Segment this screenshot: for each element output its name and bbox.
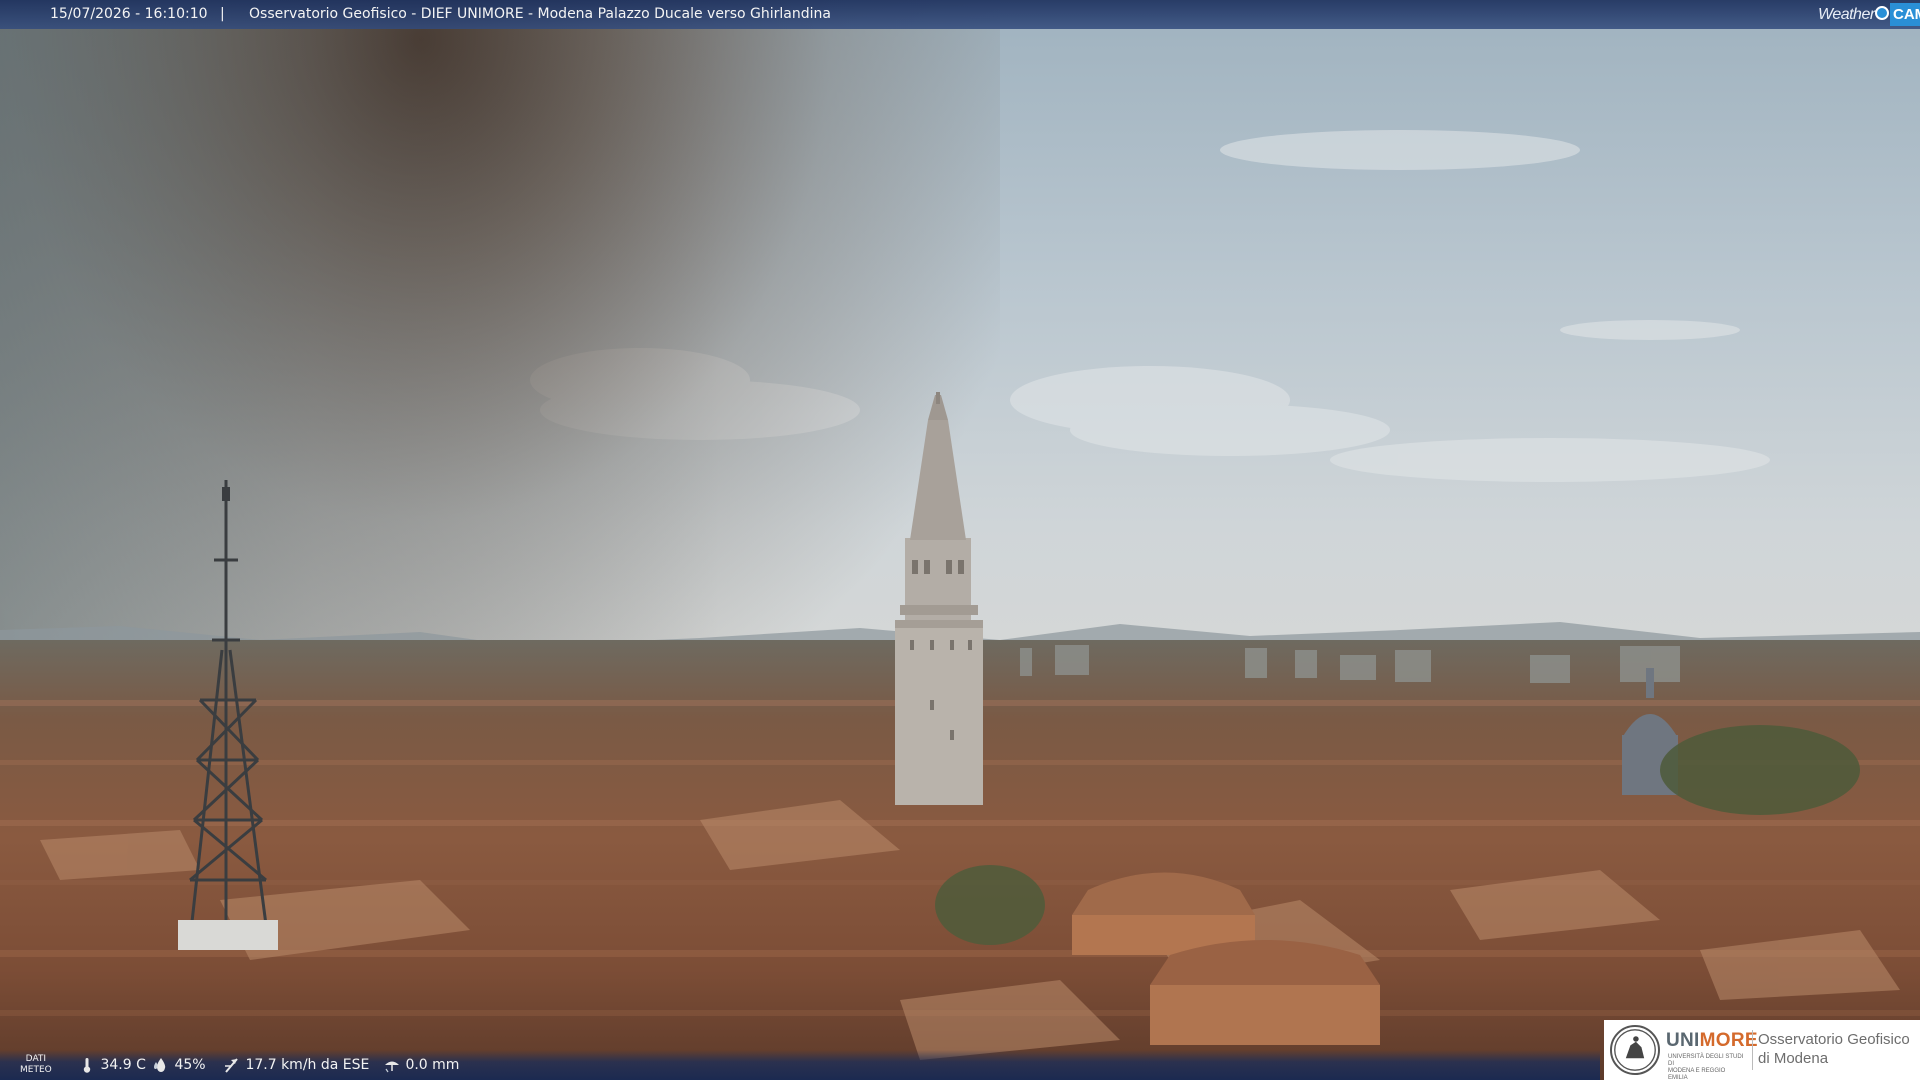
unimore-wordmark-more: MORE — [1699, 1030, 1758, 1051]
camera-title: Osservatorio Geofisico - DIEF UNIMORE - … — [249, 6, 831, 22]
observatory-name-line1: Osservatorio Geofisico — [1758, 1031, 1910, 1048]
weather-data-label-line1: DATI — [25, 1054, 47, 1064]
observatory-name-line2: di Modena — [1758, 1050, 1829, 1067]
logo-divider — [1752, 1030, 1753, 1070]
weather-data-label: DATI METEO — [20, 1054, 52, 1076]
humidity-drop-icon — [154, 1058, 166, 1072]
ghirlandina-tower — [895, 392, 983, 805]
city-skyline — [0, 392, 1920, 1060]
rain-value: 0.0 mm — [405, 1057, 460, 1073]
title-separator: | — [220, 6, 225, 22]
weather-data-bar: DATI METEO 34.9 C 45% 17.7 km/h da ESE 0… — [0, 1050, 1600, 1080]
wind-vane-icon — [225, 1058, 238, 1073]
temperature-reading: 34.9 C — [78, 1056, 146, 1074]
temperature-value: 34.9 C — [100, 1057, 146, 1073]
wind-value: 17.7 km/h da ESE — [245, 1057, 370, 1073]
university-name: UNIVERSITÀ DEGLI STUDI DI MODENA E REGGI… — [1668, 1054, 1744, 1080]
weathercam-logo: Weather CAM — [1818, 3, 1920, 26]
university-name-line2: MODENA E REGGIO EMILIA — [1668, 1068, 1726, 1080]
rain-reading: 0.0 mm — [383, 1056, 459, 1074]
weather-data-label-line2: METEO — [20, 1065, 52, 1075]
webcam-frame: 15/07/2026 - 16:10:10 | Osservatorio Geo… — [0, 0, 1920, 1080]
top-info-bar: 15/07/2026 - 16:10:10 | Osservatorio Geo… — [0, 0, 1920, 29]
university-name-line1: UNIVERSITÀ DEGLI STUDI DI — [1668, 1054, 1744, 1067]
observatory-name: Osservatorio Geofisico di Modena — [1758, 1030, 1910, 1068]
weathercam-logo-cam: CAM — [1890, 3, 1920, 26]
weathercam-logo-weather: Weather — [1818, 6, 1875, 23]
unimore-wordmark-uni: UNI — [1666, 1030, 1700, 1051]
university-seal-icon — [1610, 1025, 1660, 1075]
timestamp: 15/07/2026 - 16:10:10 — [50, 6, 208, 22]
thermometer-icon — [83, 1058, 91, 1073]
humidity-reading: 45% — [152, 1056, 206, 1074]
wind-reading: 17.7 km/h da ESE — [223, 1056, 369, 1074]
humidity-value: 45% — [174, 1057, 206, 1073]
rain-gauge-icon — [385, 1061, 399, 1073]
antenna-mast — [188, 480, 270, 941]
camera-lens-icon — [1875, 6, 1889, 20]
unimore-logo: UNIMORE UNIVERSITÀ DEGLI STUDI DI MODENA… — [1604, 1020, 1920, 1080]
unimore-wordmark: UNIMORE — [1666, 1030, 1758, 1052]
